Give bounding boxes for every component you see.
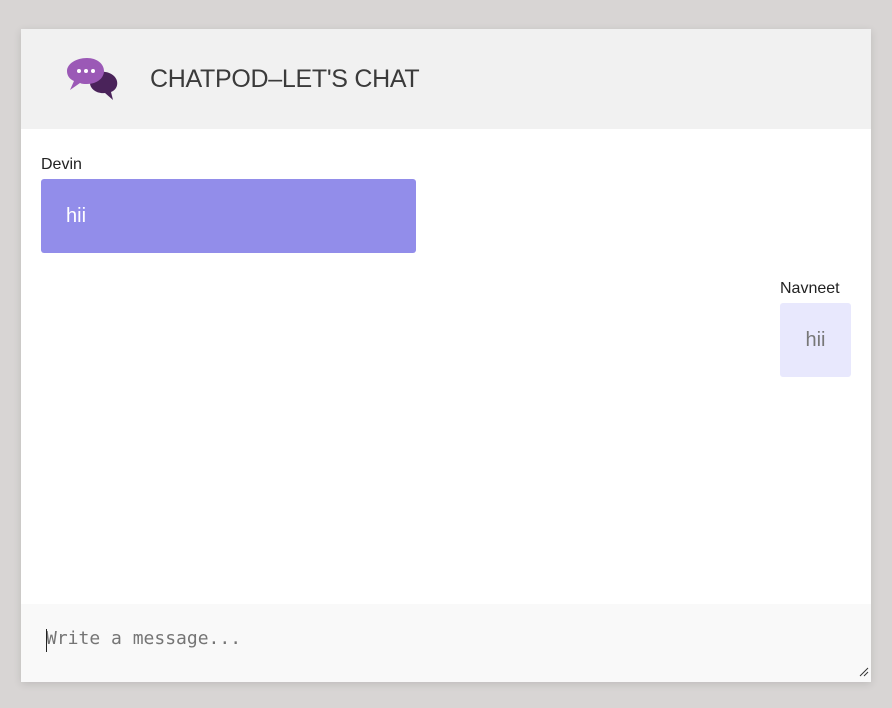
text-caret xyxy=(46,629,47,652)
resize-handle-icon[interactable] xyxy=(859,667,869,677)
message-item: Devin hii xyxy=(41,155,416,253)
app-title: CHATPOD–LET'S CHAT xyxy=(150,65,420,93)
sender-name: Navneet xyxy=(780,280,840,297)
sender-name: Devin xyxy=(41,156,82,173)
chat-bubbles-icon xyxy=(67,58,118,100)
message-input[interactable] xyxy=(21,604,871,682)
chat-header: CHATPOD–LET'S CHAT xyxy=(21,29,871,129)
message-list: Devin hii Navneet hii xyxy=(21,129,871,604)
message-bubble: hii xyxy=(780,303,851,377)
message-item: Navneet hii xyxy=(780,279,851,377)
chat-window: CHATPOD–LET'S CHAT Devin hii Navneet hii xyxy=(21,29,871,682)
message-composer xyxy=(21,604,871,682)
message-bubble: hii xyxy=(41,179,416,253)
